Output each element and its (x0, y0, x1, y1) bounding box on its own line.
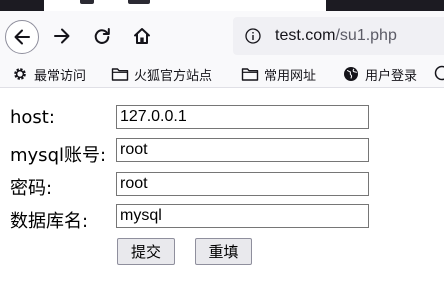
gear-icon (11, 65, 29, 83)
tab-strip-background (326, 0, 444, 11)
site-info-icon[interactable] (244, 27, 262, 45)
database-name-label: 数据库名: (10, 211, 89, 232)
globe-icon (342, 65, 360, 83)
arrow-right-icon (54, 28, 70, 44)
database-name-input[interactable] (116, 204, 369, 228)
tab-strip-background (0, 0, 44, 11)
bookmark-overflow[interactable] (434, 65, 444, 83)
reset-button[interactable]: 重填 (195, 238, 252, 265)
bookmark-most-visited[interactable]: 最常访问 (11, 65, 87, 84)
bookmark-common-sites[interactable]: 常用网址 (241, 65, 317, 84)
url-host: test.com (275, 27, 336, 44)
bookmark-label: 最常访问 (34, 68, 87, 84)
folder-icon (241, 65, 259, 83)
mysql-account-label: mysql账号: (10, 145, 107, 166)
bookmark-label: 火狐官方站点 (134, 68, 213, 84)
bookmarks-toolbar: 最常访问 火狐官方站点 常用网址 用户登录 (0, 61, 444, 88)
host-label: host: (10, 107, 55, 128)
host-input[interactable] (116, 105, 369, 129)
active-tab[interactable] (44, 0, 326, 11)
globe-icon (434, 65, 444, 81)
back-button[interactable] (5, 20, 39, 54)
url-path: /su1.php (335, 27, 397, 44)
tab-strip (0, 0, 444, 11)
mysql-account-input[interactable] (116, 138, 369, 162)
tab-title-fragment (128, 0, 150, 4)
password-input[interactable] (116, 172, 369, 196)
home-button[interactable] (126, 20, 158, 52)
forward-button[interactable] (46, 20, 78, 52)
navigation-toolbar: test.com/su1.php (0, 11, 444, 61)
reload-button[interactable] (86, 20, 118, 52)
arrow-left-icon (14, 29, 30, 45)
bookmark-user-login[interactable]: 用户登录 (342, 65, 418, 84)
submit-button[interactable]: 提交 (117, 238, 175, 265)
page-content: host: mysql账号: 密码: 数据库名: 提交 重填 (0, 88, 444, 306)
url-text: test.com/su1.php (275, 27, 397, 45)
tab-title-fragment (80, 0, 94, 4)
bookmark-firefox-official[interactable]: 火狐官方站点 (111, 65, 213, 84)
home-icon (134, 28, 150, 44)
bookmark-label: 用户登录 (365, 68, 418, 84)
password-label: 密码: (10, 178, 53, 199)
reload-icon (94, 28, 110, 44)
bookmark-label: 常用网址 (264, 68, 317, 84)
address-bar[interactable]: test.com/su1.php (233, 17, 444, 55)
folder-icon (111, 65, 129, 83)
